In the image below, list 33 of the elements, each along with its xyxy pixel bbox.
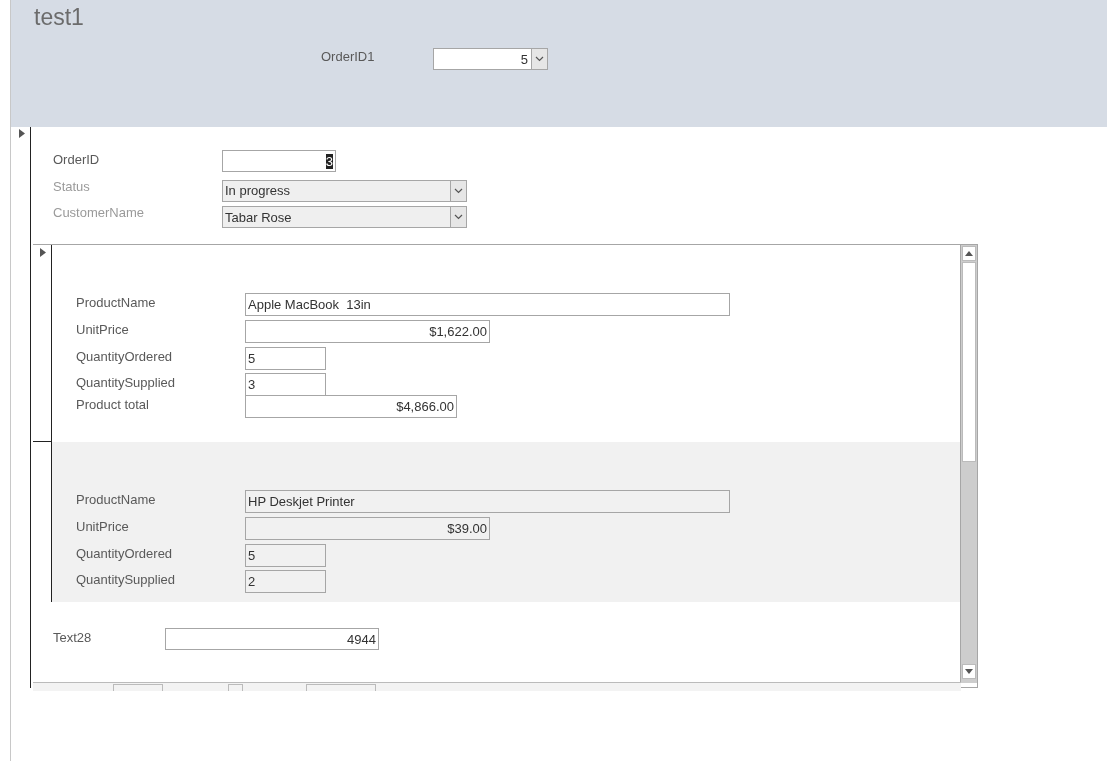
input-field[interactable]: 5 bbox=[245, 544, 326, 567]
input-field[interactable]: 2 bbox=[245, 570, 326, 593]
input-field[interactable]: 3 bbox=[222, 150, 336, 172]
record-selector-icon[interactable] bbox=[19, 129, 25, 138]
field-label: CustomerName bbox=[53, 205, 145, 220]
field-label: Status bbox=[53, 178, 90, 194]
field-label: QuantitySupplied bbox=[76, 375, 175, 390]
field-label: QuantityOrdered bbox=[76, 349, 173, 364]
combo-box[interactable]: 5 bbox=[433, 48, 548, 70]
input-field[interactable]: 3 bbox=[245, 373, 326, 396]
record-selector-icon[interactable] bbox=[40, 248, 46, 257]
field-label: QuantityOrdered bbox=[76, 546, 173, 561]
input-field[interactable]: $39.00 bbox=[245, 517, 490, 540]
scroll-up-icon[interactable] bbox=[965, 251, 973, 256]
field-label: UnitPrice bbox=[76, 519, 129, 534]
field-label: UnitPrice bbox=[76, 322, 129, 337]
field-label: OrderID1 bbox=[321, 49, 375, 64]
input-field[interactable]: $4,866.00 bbox=[245, 395, 457, 418]
field-label: OrderID bbox=[53, 152, 100, 167]
scroll-thumb[interactable] bbox=[962, 262, 976, 462]
field-label: ProductName bbox=[76, 492, 156, 507]
field-label: Text28 bbox=[53, 630, 92, 645]
scrollbar[interactable] bbox=[960, 245, 977, 683]
field-label: Product total bbox=[76, 397, 149, 412]
scroll-down-icon[interactable] bbox=[965, 669, 973, 674]
form-title: test1 bbox=[34, 4, 84, 31]
input-field[interactable]: Apple MacBook 13in bbox=[245, 293, 730, 316]
input-field[interactable]: 4944 bbox=[165, 628, 379, 650]
input-field[interactable]: HP Deskjet Printer bbox=[245, 490, 730, 513]
field-label: QuantitySupplied bbox=[76, 572, 175, 587]
field-label: ProductName bbox=[76, 295, 156, 310]
input-field[interactable]: $1,622.00 bbox=[245, 320, 490, 343]
input-field[interactable]: 5 bbox=[245, 347, 326, 370]
